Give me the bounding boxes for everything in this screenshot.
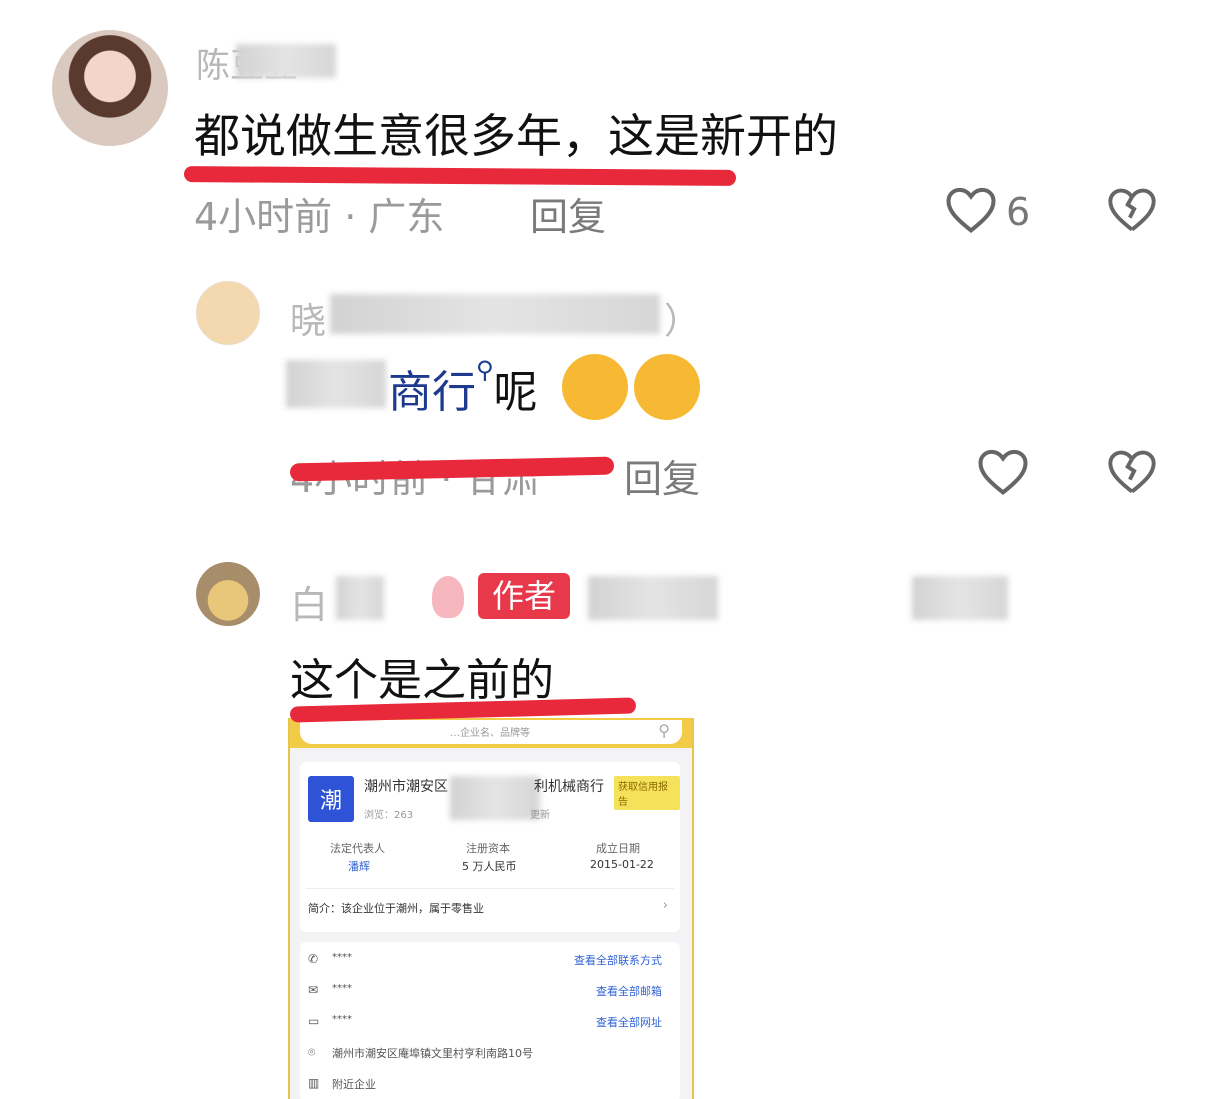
search-input: …企业名、品牌等 ⚲ [300,720,682,744]
redaction [330,294,660,334]
reply-button[interactable]: 回复 [624,448,700,503]
view-all-contacts-link[interactable]: 查看全部联系方式 [574,952,662,968]
legal-rep-label: 法定代表人 [330,842,385,855]
reply-button[interactable]: 回复 [530,186,606,241]
company-name-end: 利机械商行 [534,779,604,795]
attached-screenshot[interactable]: …企业名、品牌等 ⚲ 潮 潮州市潮安区 利机械商行 获取信用报告 浏览：263 … [288,718,694,1099]
chevron-right-icon: › [662,898,668,913]
capital-label: 注册资本 [466,842,510,855]
redaction [450,776,540,820]
comment-text: 这个是之前的 [290,655,554,706]
monitor-icon: ▭ [308,1014,320,1028]
email-value: **** [332,983,352,994]
comment-text: 都说做生意很多年，这是新开的 [194,109,838,163]
contact-card: ✆ **** 查看全部联系方式 ✉ **** 查看全部邮箱 ▭ **** 查看全… [300,942,680,1099]
nearby-companies[interactable]: 附近企业 [332,1076,376,1092]
search-icon: ⚲ [658,721,670,740]
avatar[interactable] [196,562,260,626]
email-icon: ✉ [308,983,319,997]
view-all-emails-link[interactable]: 查看全部邮箱 [596,983,662,999]
phone-value: **** [332,952,352,963]
dislike-icon[interactable] [1106,184,1158,234]
building-icon: ▥ [308,1076,320,1090]
phone-icon: ✆ [308,952,319,966]
comment-text: 商行⚲呢 [388,356,538,418]
username[interactable]: 白 [290,574,328,629]
company-logo: 潮 [308,776,354,822]
redaction [236,44,336,78]
author-badge: 作者 [478,573,570,619]
view-all-websites-link[interactable]: 查看全部网址 [596,1014,662,1030]
search-link[interactable]: 商行 [388,367,476,418]
credit-report-badge[interactable]: 获取信用报告 [614,776,680,810]
search-icon[interactable]: ⚲ [476,356,494,384]
username-tail: ） [664,301,701,342]
founded-value: 2015-01-22 [590,858,654,871]
updated-label: 更新 [530,810,550,821]
avatar[interactable] [196,281,260,345]
location-icon: ⌾ [308,1045,316,1059]
dislike-icon[interactable] [1106,446,1158,496]
website-value: **** [332,1014,352,1025]
redaction [912,576,1008,620]
company-intro[interactable]: 简介：该企业位于潮州，属于零售业 [308,900,484,916]
heart-icon[interactable] [944,184,998,234]
company-name: 潮州市潮安区 [364,779,448,795]
username[interactable]: 晓 [290,292,326,344]
redaction [336,576,384,620]
comment-meta: 4小时前 · 广东 [194,195,445,239]
legal-rep-value[interactable]: 潘辉 [348,858,370,874]
capital-value: 5 万人民币 [462,860,517,873]
company-card: 潮 潮州市潮安区 利机械商行 获取信用报告 浏览：263 更新 法定代表人 潘辉… [300,762,680,932]
avatar[interactable] [52,30,168,146]
heart-icon[interactable] [976,446,1030,496]
laughing-emoji-icon [562,354,628,420]
redaction [286,360,386,408]
heart-emoji-icon [432,576,464,618]
company-address: 潮州市潮安区庵埠镇文里村亨利南路10号 [332,1047,533,1060]
redaction [588,576,718,620]
laughing-emoji-icon [634,354,700,420]
like-count: 6 [1006,190,1031,234]
red-underline [183,166,737,186]
founded-label: 成立日期 [596,842,640,855]
view-count: 浏览：263 [364,810,414,821]
